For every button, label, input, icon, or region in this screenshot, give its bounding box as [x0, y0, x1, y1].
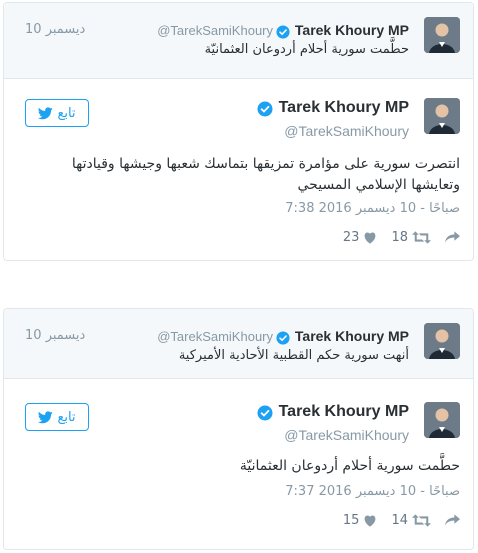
avatar[interactable]	[424, 402, 460, 438]
tweet-timestamp[interactable]: 7:38 صباحًا - 10 ديسمبر 2016	[285, 201, 460, 216]
reply-action[interactable]	[445, 231, 460, 243]
heart-icon	[365, 514, 376, 527]
tweet-actions: 15 14	[343, 512, 460, 528]
follow-button[interactable]: تابع	[25, 99, 89, 127]
like-action[interactable]: 23	[343, 230, 378, 245]
author-name[interactable]: Tarek Khoury MP	[279, 99, 409, 117]
quoted-tweet-date[interactable]: 10 ديسمبر	[25, 22, 85, 37]
quoted-author-name[interactable]: Tarek Khoury MP	[295, 22, 409, 38]
quoted-tweet-text: حطَّمت سورية أحلام أردوعان العثمانيّة	[204, 42, 409, 57]
follow-button[interactable]: تابع	[25, 403, 89, 431]
retweet-action[interactable]: 18	[391, 230, 431, 245]
quoted-author-name[interactable]: Tarek Khoury MP	[295, 328, 409, 344]
quoted-tweet-text: أنهت سورية حكم القطبية الأحادية الأميركي…	[178, 348, 409, 363]
quoted-author-handle[interactable]: @TarekSamiKhoury	[157, 23, 273, 38]
tweet-text: حطَّمت سورية أحلام أردوعان العثمانيّة	[239, 458, 460, 474]
like-action[interactable]: 15	[343, 513, 378, 528]
reply-arrow-icon	[445, 231, 460, 243]
retweet-action[interactable]: 14	[391, 513, 431, 528]
author-handle[interactable]: @TarekSamiKhoury	[284, 427, 409, 443]
retweet-icon	[412, 230, 431, 244]
author-handle[interactable]: @TarekSamiKhoury	[284, 123, 409, 139]
quoted-author-handle[interactable]: @TarekSamiKhoury	[157, 329, 273, 344]
quoted-tweet[interactable]: Tarek Khoury MP @TarekSamiKhoury 10 ديسم…	[4, 3, 473, 79]
avatar[interactable]	[424, 17, 460, 53]
like-count: 23	[342, 229, 360, 245]
twitter-bird-icon	[38, 410, 54, 423]
reply-action[interactable]	[445, 514, 460, 526]
verified-badge-icon	[257, 405, 273, 421]
heart-icon	[365, 231, 376, 244]
embedded-tweet-card: Tarek Khoury MP @TarekSamiKhoury 10 ديسم…	[3, 2, 474, 261]
twitter-bird-icon	[38, 106, 54, 119]
follow-label: تابع	[57, 409, 76, 425]
verified-badge-icon	[276, 330, 290, 345]
tweet-timestamp[interactable]: 7:37 صباحًا - 10 ديسمبر 2016	[285, 484, 460, 499]
avatar[interactable]	[424, 98, 460, 134]
verified-badge-icon	[257, 101, 273, 117]
retweet-count: 18	[391, 229, 408, 245]
reply-arrow-icon	[445, 514, 460, 526]
verified-badge-icon	[276, 24, 290, 39]
tweet-actions: 23 18	[343, 229, 460, 245]
retweet-icon	[412, 513, 431, 527]
author-name[interactable]: Tarek Khoury MP	[279, 403, 409, 421]
avatar[interactable]	[424, 323, 460, 359]
quoted-tweet-date[interactable]: 10 ديسمبر	[25, 328, 85, 343]
like-count: 15	[342, 512, 360, 528]
tweet-text: انتصرت سورية على مؤامرة تمزيقها بتماسك ش…	[71, 156, 460, 193]
embedded-tweet-card: Tarek Khoury MP @TarekSamiKhoury 10 ديسم…	[3, 308, 474, 550]
follow-label: تابع	[57, 105, 76, 121]
quoted-tweet[interactable]: Tarek Khoury MP @TarekSamiKhoury 10 ديسم…	[4, 309, 473, 379]
retweet-count: 14	[391, 512, 408, 528]
